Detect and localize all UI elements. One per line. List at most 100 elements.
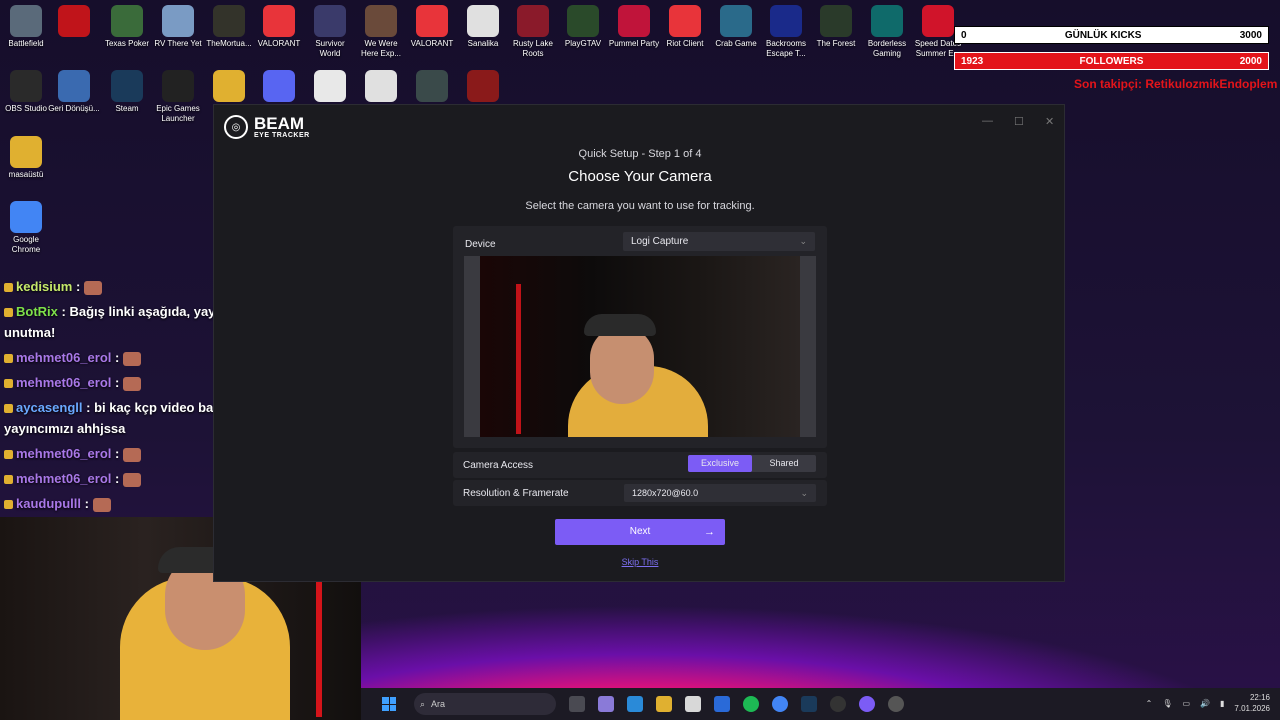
desktop-shortcut[interactable]: VALORANT: [406, 5, 458, 49]
store-icon[interactable]: [685, 696, 701, 712]
desktop-shortcut[interactable]: Sanalika: [457, 5, 509, 49]
desktop-shortcut[interactable]: [304, 70, 356, 104]
camera-preview: [464, 256, 816, 437]
desktop-shortcut[interactable]: RV There Yet: [152, 5, 204, 49]
chat-username: BotRix: [16, 304, 58, 319]
beam-eye-tracker-window: ◎ BEAM EYE TRACKER — ☐ ✕ Quick Setup - S…: [213, 104, 1065, 582]
exclusive-option[interactable]: Exclusive: [688, 455, 752, 472]
crown-badge-icon: [4, 283, 13, 293]
desktop-shortcut[interactable]: [48, 5, 100, 39]
discord-icon: [263, 70, 295, 102]
desktop-shortcut[interactable]: [406, 70, 458, 104]
desktop-shortcut[interactable]: Steam: [101, 70, 153, 114]
shared-option[interactable]: Shared: [752, 455, 816, 472]
desktop-shortcut[interactable]: Rusty Lake Roots: [507, 5, 559, 59]
microphone-icon[interactable]: 🎙: [1162, 699, 1172, 708]
resolution-select[interactable]: 1280x720@60.0 ⌄: [624, 484, 816, 502]
desktop-shortcut[interactable]: [457, 70, 509, 104]
device-select[interactable]: Logi Capture ⌄: [623, 232, 815, 251]
resolution-row: Resolution & Framerate 1280x720@60.0 ⌄: [453, 480, 827, 506]
desktop-shortcut[interactable]: The Forest: [810, 5, 862, 49]
maximize-icon[interactable]: ☐: [1014, 115, 1024, 128]
taskbar-search[interactable]: ⌕ Ara: [414, 693, 556, 715]
copilot-icon[interactable]: [598, 696, 614, 712]
file-explorer-icon[interactable]: [656, 696, 672, 712]
chat-separator: :: [111, 350, 123, 365]
desktop-shortcut[interactable]: Battlefield: [0, 5, 52, 49]
desktop-shortcut[interactable]: [355, 70, 407, 104]
desktop-shortcut[interactable]: Riot Client: [659, 5, 711, 49]
desktop-shortcut[interactable]: Backrooms Escape T...: [760, 5, 812, 59]
desktop-shortcut[interactable]: We Were Here Exp...: [355, 5, 407, 59]
desktop-shortcut-label: Texas Poker: [104, 39, 150, 48]
desktop-shortcut-label: VALORANT: [257, 39, 301, 48]
desktop-shortcut-label: Riot Client: [666, 39, 704, 48]
desktop-shortcut-label: We Were Here Exp...: [360, 39, 401, 58]
network-icon[interactable]: ▭: [1182, 699, 1190, 708]
beam-taskbar-icon[interactable]: [888, 696, 904, 712]
desktop-folder-icon: [10, 136, 42, 168]
mortuary-icon: [213, 5, 245, 37]
desktop-shortcut[interactable]: Texas Poker: [101, 5, 153, 49]
task-view-icon[interactable]: [569, 696, 585, 712]
next-button[interactable]: Next →: [555, 519, 725, 545]
minimize-icon[interactable]: —: [982, 115, 993, 127]
preview-face: [590, 326, 654, 404]
edge-icon[interactable]: [627, 696, 643, 712]
desktop-shortcut[interactable]: Pummel Party: [608, 5, 660, 49]
borderless-gaming-icon: [871, 5, 903, 37]
desktop-shortcut[interactable]: Crab Game: [710, 5, 762, 49]
dead-night-icon: [467, 70, 499, 102]
chat-username: kedisium: [16, 279, 73, 294]
clock-time: 22:16: [1249, 693, 1270, 702]
page-title: Choose Your Camera: [568, 168, 712, 185]
spotify-icon[interactable]: [743, 696, 759, 712]
kicks-label: GÜNLÜK KICKS: [1064, 29, 1142, 41]
rusty-lake-icon: [517, 5, 549, 37]
page-subtitle: Select the camera you want to use for tr…: [525, 200, 755, 212]
desktop-shortcut-label: The Forest: [816, 39, 856, 48]
beam-logo-icon: ◎: [224, 115, 248, 139]
desktop-shortcut-label: Backrooms Escape T...: [765, 39, 806, 58]
desktop-shortcut[interactable]: Epic Games Launcher: [152, 70, 204, 124]
steam-taskbar-icon[interactable]: [801, 696, 817, 712]
obs-icon: [10, 70, 42, 102]
desktop-shortcut[interactable]: masaüstü: [0, 136, 52, 180]
desktop-shortcut-label: masaüstü: [8, 170, 44, 179]
emote-icon: [122, 376, 141, 391]
desktop-shortcut[interactable]: Google Chrome: [0, 201, 52, 255]
mail-icon[interactable]: [714, 696, 730, 712]
desktop-shortcut[interactable]: [253, 70, 305, 104]
valorant-icon-2: [416, 5, 448, 37]
camera-access-row: Camera Access Exclusive Shared: [453, 452, 827, 478]
clock[interactable]: 22:16 7.01.2026: [1234, 692, 1270, 714]
volume-icon[interactable]: 🔊: [1200, 699, 1210, 708]
search-icon: ⌕: [420, 699, 426, 709]
pummel-party-icon: [618, 5, 650, 37]
desktop-shortcut[interactable]: Geri Dönüşü...: [48, 70, 100, 114]
chrome-taskbar-icon[interactable]: [772, 696, 788, 712]
desktop-shortcut[interactable]: PlayGTAV: [557, 5, 609, 49]
beam-logo: ◎ BEAM EYE TRACKER: [224, 115, 310, 139]
crown-badge-icon: [4, 354, 13, 364]
windows-start-icon[interactable]: [382, 697, 396, 711]
app-taskbar-icon[interactable]: [859, 696, 875, 712]
skip-link[interactable]: Skip This: [214, 557, 1066, 567]
desktop-shortcut[interactable]: OBS Studio: [0, 70, 52, 114]
crown-badge-icon: [4, 500, 13, 510]
desktop-shortcut[interactable]: Survivor World: [304, 5, 356, 59]
chevron-up-icon[interactable]: ⌃: [1146, 699, 1153, 708]
obs-taskbar-icon[interactable]: [830, 696, 846, 712]
desktop-shortcut-label: Sanalika: [467, 39, 499, 48]
device-select-value: Logi Capture: [631, 236, 689, 247]
desktop-shortcut[interactable]: Borderless Gaming: [861, 5, 913, 59]
emote-icon: [92, 497, 111, 512]
desktop-shortcut[interactable]: TheMortua...: [203, 5, 255, 49]
followers-current: 1923: [961, 55, 984, 67]
close-icon[interactable]: ✕: [1045, 115, 1054, 128]
crown-badge-icon: [4, 404, 13, 414]
desktop-shortcut[interactable]: VALORANT: [253, 5, 305, 49]
battery-icon[interactable]: ▮: [1220, 699, 1224, 708]
desktop-shortcut-label: Steam: [115, 104, 139, 113]
desktop-shortcut-label: OBS Studio: [5, 104, 47, 113]
